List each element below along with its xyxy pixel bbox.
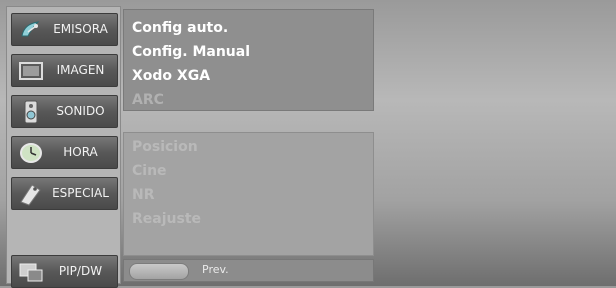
speaker-icon	[24, 100, 38, 124]
category-hora[interactable]: HORA	[11, 136, 118, 169]
category-pip-dw[interactable]: PIP/DW	[11, 255, 118, 288]
category-sonido[interactable]: SONIDO	[11, 95, 118, 128]
satellite-dish-icon	[21, 21, 40, 37]
option-config-auto[interactable]: Config auto.	[132, 20, 228, 36]
category-emisora[interactable]: EMISORA	[11, 13, 118, 46]
category-especial[interactable]: ESPECIAL	[11, 177, 118, 210]
category-imagen[interactable]: IMAGEN	[11, 54, 118, 87]
disabled-options-panel: Posicion Cine NR Reajuste	[123, 132, 374, 256]
tv-screen-icon	[19, 62, 43, 80]
option-config-manual[interactable]: Config. Manual	[132, 44, 250, 60]
category-label-especial: ESPECIAL	[52, 186, 109, 200]
option-arc[interactable]: ARC	[132, 92, 164, 108]
prev-button[interactable]	[129, 263, 189, 280]
options-panel: Config auto. Config. Manual Xodo XGA ARC	[123, 9, 374, 111]
category-label-pip-dw: PIP/DW	[58, 264, 103, 278]
category-label-imagen: IMAGEN	[56, 63, 105, 77]
prev-label: Prev.	[202, 263, 229, 276]
option-cine: Cine	[132, 163, 167, 179]
option-xodo-xga[interactable]: Xodo XGA	[132, 68, 210, 84]
pip-windows-icon	[19, 263, 43, 282]
category-sidebar: EMISORA IMAGEN SONIDO HORA ESPECIAL PIP/…	[6, 6, 121, 288]
prev-bar: Prev.	[123, 259, 374, 282]
category-label-emisora: EMISORA	[53, 22, 108, 36]
clock-icon	[20, 143, 42, 163]
option-nr: NR	[132, 187, 155, 203]
option-reajuste: Reajuste	[132, 211, 202, 227]
category-label-hora: HORA	[63, 145, 98, 159]
tag-icon	[20, 184, 41, 206]
option-posicion: Posicion	[132, 139, 198, 155]
category-label-sonido: SONIDO	[56, 104, 105, 118]
